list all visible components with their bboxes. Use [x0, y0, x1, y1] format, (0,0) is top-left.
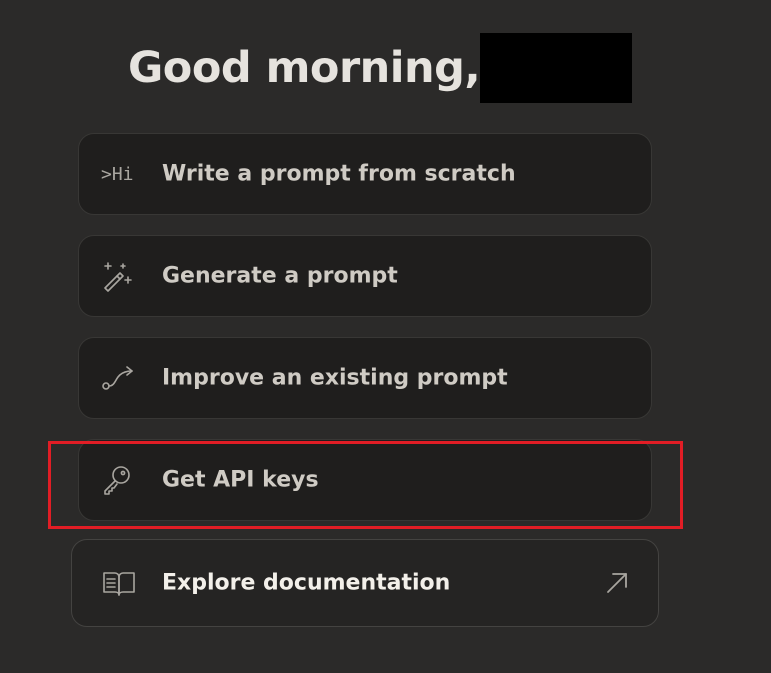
redacted-username [480, 33, 632, 103]
improve-prompt-label: Improve an existing prompt [162, 365, 508, 391]
write-prompt-button[interactable]: >Hi Write a prompt from scratch [78, 133, 652, 215]
improve-prompt-button[interactable]: Improve an existing prompt [78, 337, 652, 419]
write-prompt-label: Write a prompt from scratch [162, 161, 516, 187]
generate-prompt-button[interactable]: Generate a prompt [78, 235, 652, 317]
explore-documentation-label: Explore documentation [162, 570, 451, 596]
generate-prompt-label: Generate a prompt [162, 263, 398, 289]
key-icon [101, 465, 137, 495]
external-arrow-icon [604, 570, 630, 596]
explore-documentation-link[interactable]: Explore documentation [71, 539, 659, 627]
prompt-terminal-icon: >Hi [101, 163, 134, 185]
get-api-keys-label: Get API keys [162, 467, 319, 493]
greeting-title: Good morning, [128, 43, 481, 93]
curve-arrow-icon [101, 363, 137, 393]
open-book-icon [102, 568, 138, 598]
magic-wand-icon [101, 261, 137, 292]
get-api-keys-button[interactable]: Get API keys [78, 439, 652, 521]
